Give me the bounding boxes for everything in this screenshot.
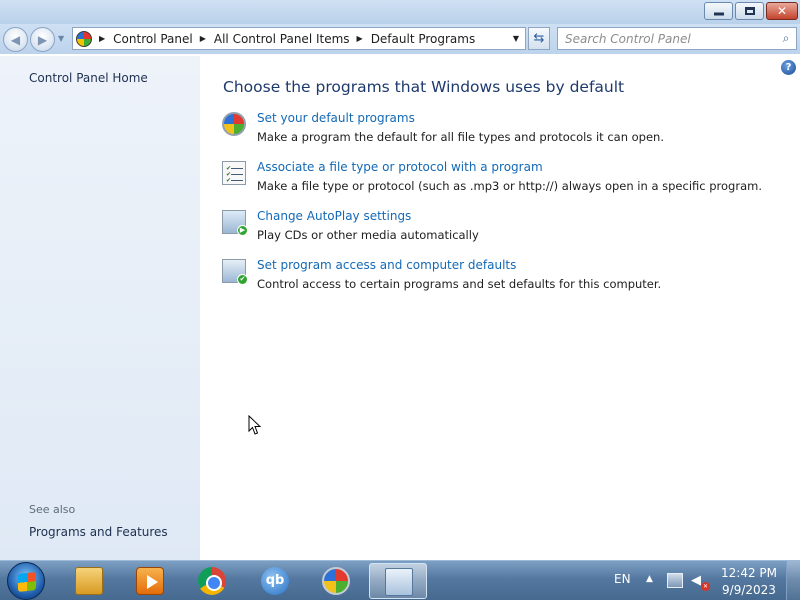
media-player-icon — [136, 567, 164, 595]
file-explorer-icon — [75, 567, 103, 595]
programs-and-features-link[interactable]: Programs and Features — [29, 525, 168, 539]
volume-muted-icon[interactable]: ◀ ✕ — [691, 573, 710, 591]
show-hidden-icons-icon[interactable]: ▲ — [646, 574, 653, 584]
breadcrumb-separator-icon[interactable]: ▶ — [200, 34, 206, 43]
play-badge-icon: ▶ — [237, 225, 248, 236]
clock[interactable]: 12:42 PM 9/9/2023 — [718, 565, 780, 599]
task-description: Make a program the default for all file … — [257, 130, 664, 144]
mouse-cursor-icon — [248, 415, 262, 435]
check-badge-icon: ✔ — [237, 274, 248, 285]
task-description: Play CDs or other media automatically — [257, 228, 479, 242]
taskbar-default-programs[interactable] — [307, 563, 365, 599]
search-icon[interactable]: ⌕ — [776, 31, 796, 46]
chrome-icon — [198, 567, 226, 595]
task-description: Control access to certain programs and s… — [257, 277, 662, 291]
main-content: ? Choose the programs that Windows uses … — [200, 56, 800, 560]
network-icon[interactable] — [667, 573, 683, 588]
refresh-button[interactable]: ⇆ — [528, 27, 550, 50]
clock-time: 12:42 PM — [721, 566, 777, 580]
window-controls: ✕ — [702, 2, 798, 20]
taskbar-media-player[interactable] — [121, 563, 179, 599]
maximize-button[interactable] — [735, 2, 764, 20]
task-description: Make a file type or protocol (such as .m… — [257, 179, 762, 193]
forward-arrow-icon: ▶ — [37, 32, 48, 47]
taskbar-control-panel[interactable] — [369, 563, 427, 599]
control-panel-icon — [76, 30, 92, 47]
breadcrumb-separator-icon[interactable]: ▶ — [99, 34, 105, 43]
forward-button[interactable]: ▶ — [30, 27, 55, 52]
recent-pages-dropdown[interactable]: ▼ — [58, 34, 64, 43]
task-autoplay: ▶ Change AutoPlay settings Play CDs or o… — [222, 208, 762, 257]
minimize-button[interactable] — [704, 2, 733, 20]
associate-file-type-link[interactable]: Associate a file type or protocol with a… — [257, 159, 762, 176]
breadcrumb-all-items[interactable]: All Control Panel Items — [214, 32, 350, 46]
sidebar: Control Panel Home See also Programs and… — [0, 56, 200, 560]
task-set-defaults: Set your default programs Make a program… — [222, 110, 762, 159]
task-list: Set your default programs Make a program… — [222, 110, 762, 306]
search-box[interactable]: ⌕ — [557, 27, 797, 50]
task-associate: ✔ ✔ ✔ Associate a file type or protocol … — [222, 159, 762, 208]
back-button[interactable]: ◀ — [3, 27, 28, 52]
maximize-icon — [744, 7, 755, 15]
breadcrumb-separator-icon[interactable]: ▶ — [357, 34, 363, 43]
clock-date: 9/9/2023 — [722, 583, 776, 597]
control-panel-icon — [385, 568, 413, 596]
taskbar-qbittorrent[interactable]: qb — [246, 563, 304, 599]
file-association-icon: ✔ ✔ ✔ — [222, 161, 246, 185]
title-bar: ✕ — [0, 0, 800, 24]
language-indicator[interactable]: EN — [614, 572, 631, 586]
breadcrumb-default-programs[interactable]: Default Programs — [371, 32, 476, 46]
search-input[interactable] — [558, 31, 776, 46]
show-desktop-button[interactable] — [786, 561, 800, 600]
autoplay-icon: ▶ — [222, 210, 248, 236]
taskbar-file-explorer[interactable] — [60, 563, 118, 599]
windows-logo-icon — [18, 572, 36, 592]
taskbar: qb EN ▲ ◀ ✕ 12:42 PM 9/9/2023 — [0, 560, 800, 600]
help-icon[interactable]: ? — [781, 60, 796, 75]
breadcrumb-control-panel[interactable]: Control Panel — [113, 32, 193, 46]
page-title: Choose the programs that Windows uses by… — [223, 78, 625, 96]
default-programs-icon — [322, 567, 350, 595]
task-program-access: ✔ Set program access and computer defaul… — [222, 257, 762, 306]
taskbar-chrome[interactable] — [183, 563, 241, 599]
control-panel-home-link[interactable]: Control Panel Home — [29, 71, 148, 85]
change-autoplay-link[interactable]: Change AutoPlay settings — [257, 208, 762, 225]
close-icon: ✕ — [776, 4, 788, 18]
address-dropdown-icon[interactable]: ▼ — [513, 34, 519, 43]
address-bar[interactable]: ▶ Control Panel ▶ All Control Panel Item… — [72, 27, 526, 50]
navigation-bar: ◀ ▶ ▼ ▶ Control Panel ▶ All Control Pane… — [0, 24, 800, 54]
back-arrow-icon: ◀ — [10, 32, 21, 47]
see-also-heading: See also — [29, 503, 76, 516]
qbittorrent-icon: qb — [261, 567, 289, 595]
set-default-programs-link[interactable]: Set your default programs — [257, 110, 762, 127]
program-access-icon: ✔ — [222, 259, 248, 285]
minimize-icon — [713, 12, 724, 16]
start-button[interactable] — [7, 562, 45, 600]
close-button[interactable]: ✕ — [766, 2, 798, 20]
program-access-link[interactable]: Set program access and computer defaults — [257, 257, 762, 274]
default-programs-icon — [222, 112, 246, 136]
refresh-icon: ⇆ — [533, 31, 545, 46]
